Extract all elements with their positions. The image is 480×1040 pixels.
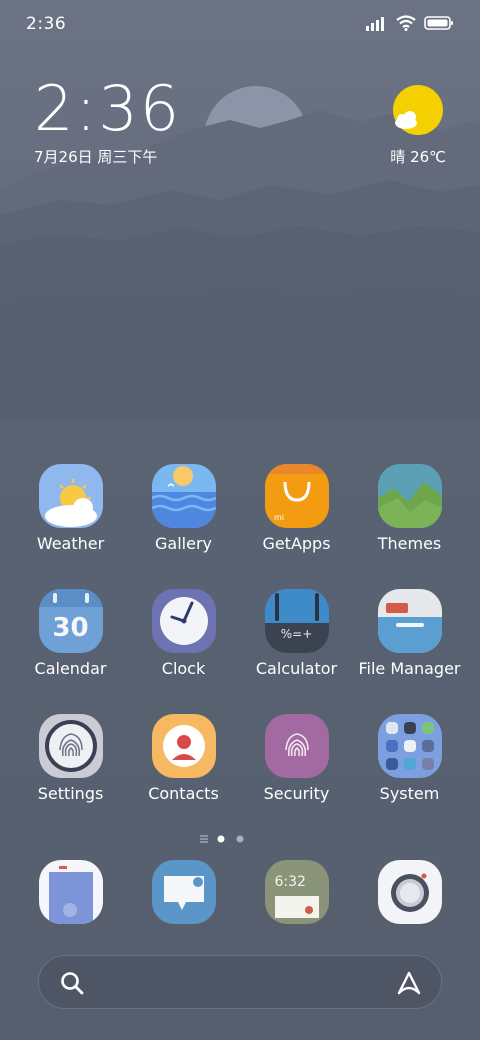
settings-icon: [38, 714, 103, 778]
sun-cloud-icon: [393, 85, 443, 135]
app-label: Settings: [37, 784, 104, 803]
gallery-icon: [151, 464, 216, 528]
app-label: Calendar: [34, 659, 107, 678]
security-icon: [264, 714, 329, 778]
notes-icon: 6:32: [264, 860, 329, 924]
dock: 6:32: [14, 860, 466, 930]
battery-icon: [424, 16, 453, 30]
themes-icon: [377, 464, 442, 528]
app-calculator[interactable]: %=+ Calculator: [240, 589, 353, 678]
svg-text:mi: mi: [274, 513, 284, 522]
signal-icon: [366, 17, 384, 31]
getapps-icon: mi: [264, 464, 329, 528]
app-label: Clock: [161, 659, 206, 678]
dock-messaging[interactable]: [127, 860, 240, 924]
page-dot-current: [217, 835, 225, 843]
app-label: Security: [263, 784, 330, 803]
calculator-symbols: %=+: [280, 627, 313, 641]
wifi-icon: [396, 15, 416, 31]
app-label: Gallery: [155, 534, 212, 553]
app-calendar[interactable]: 30 Calendar: [14, 589, 127, 678]
status-time: 2:36: [26, 14, 67, 34]
app-contacts[interactable]: Contacts: [127, 714, 240, 803]
system-folder-icon: [377, 714, 442, 778]
app-label: GetApps: [262, 534, 331, 553]
app-file-manager[interactable]: File Manager: [353, 589, 466, 678]
app-clock[interactable]: Clock: [127, 589, 240, 678]
file-manager-icon: [377, 589, 442, 653]
clock-icon: [151, 589, 216, 653]
dock-phone[interactable]: [14, 860, 127, 924]
notes-time: 6:32: [274, 874, 306, 890]
assistant-icon[interactable]: [395, 969, 423, 997]
app-label: Contacts: [148, 784, 219, 803]
calculator-icon: %=+: [264, 589, 329, 653]
app-security[interactable]: Security: [240, 714, 353, 803]
phone-icon: [38, 860, 103, 924]
dock-notes[interactable]: 6:32: [240, 860, 353, 924]
search-bar[interactable]: [38, 955, 442, 1009]
status-icons: [366, 15, 454, 31]
page-indicator[interactable]: [0, 830, 480, 843]
app-label: System: [379, 784, 440, 803]
weather-text: 晴 26℃: [390, 148, 446, 166]
clock-widget-date: 7月26日 周三下午: [34, 148, 158, 166]
messaging-icon: [151, 860, 216, 924]
app-label: Calculator: [255, 659, 338, 678]
app-weather[interactable]: Weather: [14, 464, 127, 553]
contacts-icon: [151, 714, 216, 778]
list-icon: [200, 835, 208, 843]
search-icon[interactable]: [59, 970, 85, 996]
app-gallery[interactable]: Gallery: [127, 464, 240, 553]
clock-widget-time: 2:36: [34, 72, 182, 145]
status-bar: 2:36: [0, 0, 480, 50]
calendar-icon: 30: [38, 589, 103, 653]
app-settings[interactable]: Settings: [14, 714, 127, 803]
camera-icon: [377, 860, 442, 924]
dock-camera[interactable]: [353, 860, 466, 924]
clock-widget[interactable]: 2:36 7月26日 周三下午: [34, 78, 181, 167]
app-label: Weather: [36, 534, 105, 553]
app-themes[interactable]: Themes: [353, 464, 466, 553]
app-system-folder[interactable]: System: [353, 714, 466, 803]
page-dot: [236, 835, 244, 843]
weather-icon: [38, 464, 103, 528]
app-getapps[interactable]: mi GetApps: [240, 464, 353, 553]
app-label: File Manager: [358, 659, 461, 678]
app-label: Themes: [377, 534, 442, 553]
calendar-day: 30: [52, 613, 89, 643]
